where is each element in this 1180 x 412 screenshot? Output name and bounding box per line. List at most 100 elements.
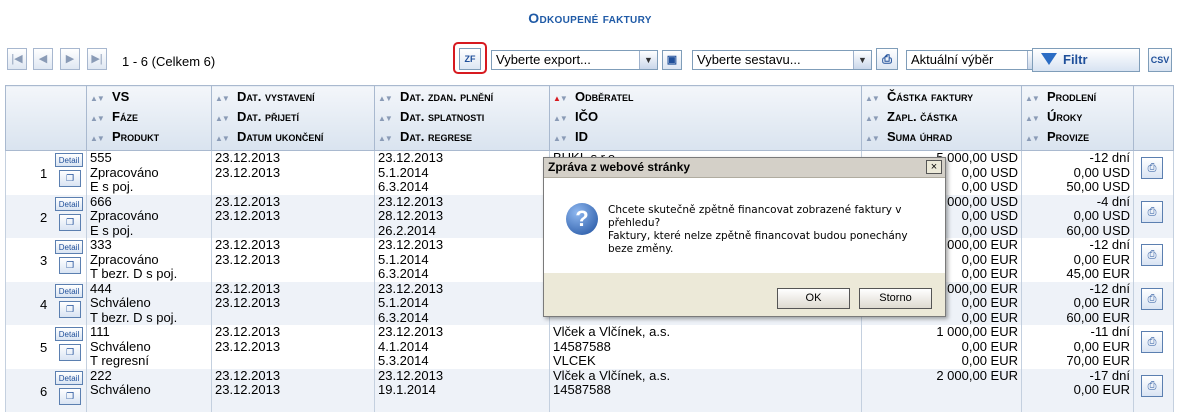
last-page-button[interactable]: ▶| (87, 48, 107, 70)
copy-icon[interactable]: ❐ (59, 388, 81, 405)
header-col-dates-1[interactable]: ▲▼Dat. vystavení ▲▼Dat. přijetí ▲▼Datum … (212, 86, 375, 151)
sort-arrows-icon[interactable]: ▲▼ (865, 90, 887, 108)
print-icon[interactable]: ⎙ (1141, 288, 1163, 310)
cell-line: Schváleno (90, 340, 208, 355)
ok-button[interactable]: OK (777, 288, 850, 309)
save-icon[interactable]: ▣ (662, 50, 682, 70)
header-col-customer[interactable]: ▲▼Odběratel ▲▼IČO ▲▼ID (550, 86, 862, 151)
sort-arrows-icon[interactable]: ▲▼ (215, 90, 237, 108)
sort-arrows-icon[interactable]: ▲▼ (90, 90, 112, 108)
cell-line (1025, 398, 1130, 412)
sort-arrows-icon[interactable]: ▲▼ (553, 130, 575, 148)
cell-line: 0,00 EUR (1025, 253, 1130, 268)
row-col-vs: 666ZpracovánoE s poj. (87, 195, 212, 239)
row-col-vs: 111SchválenoT regresní (87, 325, 212, 369)
cell-line: 23.12.2013 (215, 238, 371, 253)
detail-button[interactable]: Detail (55, 327, 83, 341)
sort-arrows-icon[interactable]: ▲▼ (865, 110, 887, 128)
filter-button[interactable]: Filtr (1032, 48, 1140, 72)
copy-icon[interactable]: ❐ (59, 170, 81, 187)
sort-arrows-icon[interactable]: ▲▼ (378, 130, 400, 148)
csv-export-button[interactable]: CSV (1148, 48, 1172, 72)
sort-arrows-icon[interactable]: ▲▼ (553, 110, 575, 128)
next-page-button[interactable]: ▶ (60, 48, 80, 70)
row-col-customer: Vlček a Vlčínek, a.s.14587588VLCEK (550, 325, 862, 369)
cell-line: T regresní (90, 354, 208, 369)
print-icon[interactable]: ⎙ (1141, 331, 1163, 353)
header-col-vs[interactable]: ▲▼VS ▲▼Fáze ▲▼Produkt (87, 86, 212, 151)
cell-line: 5.1.2014 (378, 166, 546, 181)
pager-info: 1 - 6 (Celkem 6) (122, 54, 215, 69)
table-row[interactable]: 6Detail❐222Schváleno23.12.201323.12.2013… (6, 369, 1174, 412)
detail-button[interactable]: Detail (55, 284, 83, 298)
detail-button[interactable]: Detail (55, 240, 83, 254)
cell-line: 23.12.2013 (378, 195, 546, 210)
print-icon[interactable]: ⎙ (1141, 201, 1163, 223)
sort-arrows-icon[interactable]: ▲▼ (1025, 110, 1047, 128)
row-controls: 1Detail❐ (6, 151, 87, 195)
report-select[interactable]: Vyberte sestavu... ▼ (692, 50, 872, 70)
cell-line: 5.1.2014 (378, 296, 546, 311)
detail-button[interactable]: Detail (55, 197, 83, 211)
header-col-amounts[interactable]: ▲▼Částka faktury ▲▼Zapl. částka ▲▼Suma ú… (862, 86, 1022, 151)
copy-icon[interactable]: ❐ (59, 344, 81, 361)
zf-button[interactable]: ZF (459, 48, 481, 70)
print-icon[interactable]: ⎙ (1141, 375, 1163, 397)
detail-button[interactable]: Detail (55, 153, 83, 167)
cell-line: 23.12.2013 (215, 195, 371, 210)
scope-select[interactable]: Aktuální výběr ▼ (906, 50, 1046, 70)
sort-arrows-icon[interactable]: ▲▼ (90, 110, 112, 128)
row-col-dates-2: 23.12.20135.1.20146.3.2014 (375, 238, 550, 282)
row-actions: ⎙ (1134, 195, 1174, 239)
sort-arrows-icon[interactable]: ▲▼ (553, 90, 575, 108)
cell-line: -12 dní (1025, 238, 1130, 253)
dialog-body: ? Chcete skutečně zpětně financovat zobr… (544, 178, 945, 273)
cell-line (215, 311, 371, 326)
first-page-button[interactable]: |◀ (7, 48, 27, 70)
cell-line: 23.12.2013 (215, 369, 371, 384)
cell-line (90, 398, 208, 412)
cell-line (215, 398, 371, 412)
cell-line: 555 (90, 151, 208, 166)
sort-arrows-icon[interactable]: ▲▼ (215, 130, 237, 148)
cell-line: E s poj. (90, 224, 208, 239)
print-icon[interactable]: ⎙ (1141, 157, 1163, 179)
row-col-dates-1: 23.12.201323.12.2013 (212, 282, 375, 326)
sort-arrows-icon[interactable]: ▲▼ (1025, 90, 1047, 108)
cell-line: 60,00 USD (1025, 224, 1130, 239)
cell-line: -12 dní (1025, 151, 1130, 166)
cell-line: -4 dní (1025, 195, 1130, 210)
sort-arrows-icon[interactable]: ▲▼ (90, 130, 112, 148)
header-col-dates-2[interactable]: ▲▼Dat. zdan. plnění ▲▼Dat. splatnosti ▲▼… (375, 86, 550, 151)
copy-icon[interactable]: ❐ (59, 214, 81, 231)
cell-line: 0,00 EUR (865, 340, 1018, 355)
table-row[interactable]: 5Detail❐111SchválenoT regresní23.12.2013… (6, 325, 1174, 369)
header-col-delay[interactable]: ▲▼Prodlení ▲▼Úroky ▲▼Provize (1022, 86, 1134, 151)
cell-line: 23.12.2013 (378, 325, 546, 340)
detail-button[interactable]: Detail (55, 371, 83, 385)
cell-line: 333 (90, 238, 208, 253)
sort-arrows-icon[interactable]: ▲▼ (215, 110, 237, 128)
export-select[interactable]: Vyberte export... ▼ (491, 50, 658, 70)
cell-line: 23.12.2013 (215, 383, 371, 398)
print-icon[interactable]: ⎙ (1141, 244, 1163, 266)
sort-arrows-icon[interactable]: ▲▼ (378, 90, 400, 108)
copy-icon[interactable]: ❐ (59, 257, 81, 274)
print-icon[interactable]: ⎙ (876, 48, 898, 70)
export-select-value: Vyberte export... (496, 52, 591, 67)
row-col-vs: 555ZpracovánoE s poj. (87, 151, 212, 195)
copy-icon[interactable]: ❐ (59, 301, 81, 318)
dialog-title: Zpráva z webové stránky (544, 158, 945, 178)
cell-line: 2 000,00 EUR (865, 369, 1018, 384)
cancel-button[interactable]: Storno (859, 288, 932, 309)
cell-line: 0,00 EUR (1025, 340, 1130, 355)
sort-arrows-icon[interactable]: ▲▼ (1025, 130, 1047, 148)
sort-arrows-icon[interactable]: ▲▼ (378, 110, 400, 128)
report-select-value: Vyberte sestavu... (697, 52, 801, 67)
cell-line: VLCEK (553, 354, 858, 369)
cell-line: 23.12.2013 (215, 325, 371, 340)
cell-line (865, 383, 1018, 398)
close-icon[interactable]: × (926, 160, 942, 174)
sort-arrows-icon[interactable]: ▲▼ (865, 130, 887, 148)
prev-page-button[interactable]: ◀ (33, 48, 53, 70)
